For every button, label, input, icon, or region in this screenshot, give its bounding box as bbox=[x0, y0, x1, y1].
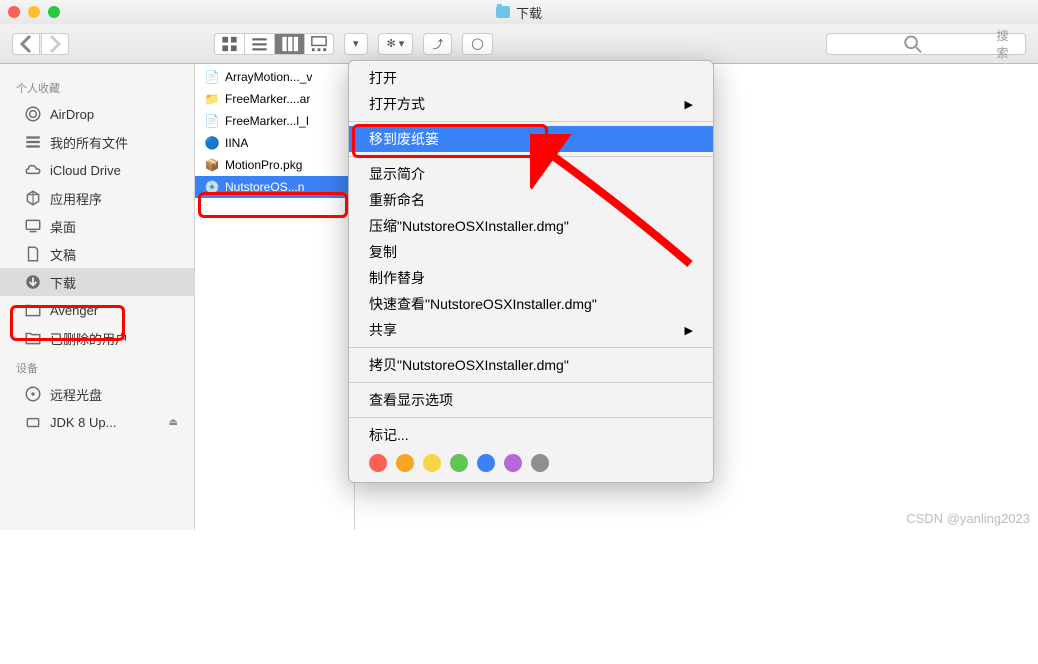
forward-button[interactable] bbox=[41, 33, 69, 55]
menu-get-info[interactable]: 显示简介 bbox=[349, 161, 713, 187]
watermark: CSDN @yanling2023 bbox=[906, 511, 1030, 526]
menu-tags-label: 标记... bbox=[349, 422, 713, 448]
app-icon: 🔵 bbox=[205, 136, 219, 150]
file-column: 📄ArrayMotion..._v 📁FreeMarker....ar 📄Fre… bbox=[195, 64, 355, 530]
desktop-icon bbox=[24, 217, 42, 235]
view-mode-buttons bbox=[214, 33, 334, 55]
file-item[interactable]: 📄ArrayMotion..._v bbox=[195, 66, 354, 88]
favorites-header: 个人收藏 bbox=[0, 76, 194, 100]
menu-share[interactable]: 共享▶ bbox=[349, 317, 713, 343]
close-button[interactable] bbox=[8, 6, 20, 18]
share-button[interactable]: ⤴ bbox=[423, 33, 452, 55]
sidebar-item-docs[interactable]: 文稿 bbox=[0, 240, 194, 268]
titlebar: 下载 bbox=[0, 0, 1038, 24]
window-title: 下载 bbox=[496, 3, 542, 22]
file-item[interactable]: 🔵IINA bbox=[195, 132, 354, 154]
eject-icon[interactable]: ⏏ bbox=[169, 417, 178, 428]
tags-button[interactable]: ◯ bbox=[462, 33, 492, 55]
docs-icon bbox=[24, 245, 42, 263]
search-icon bbox=[835, 34, 990, 54]
menu-compress[interactable]: 压缩"NutstoreOSXInstaller.dmg" bbox=[349, 213, 713, 239]
sidebar-item-apps[interactable]: 应用程序 bbox=[0, 184, 194, 212]
folder-icon: 📁 bbox=[205, 92, 219, 106]
menu-separator bbox=[349, 156, 713, 157]
window-title-text: 下载 bbox=[516, 3, 542, 22]
tag-red[interactable] bbox=[369, 454, 387, 472]
file-icon: 📄 bbox=[205, 114, 219, 128]
traffic-lights bbox=[8, 6, 60, 18]
search-input[interactable]: 搜索 bbox=[826, 33, 1026, 55]
remote-disc-icon bbox=[24, 385, 42, 403]
sidebar-item-deleted-users[interactable]: 已删除的用户 bbox=[0, 324, 194, 352]
menu-tags-row bbox=[349, 448, 713, 478]
tag-purple[interactable] bbox=[504, 454, 522, 472]
folder-icon bbox=[24, 301, 42, 319]
menu-move-to-trash[interactable]: 移到废纸篓 bbox=[349, 126, 713, 152]
downloads-icon bbox=[24, 273, 42, 291]
menu-open[interactable]: 打开 bbox=[349, 65, 713, 91]
devices-header: 设备 bbox=[0, 356, 194, 380]
sidebar-item-desktop[interactable]: 桌面 bbox=[0, 212, 194, 240]
tag-blue[interactable] bbox=[477, 454, 495, 472]
chevron-right-icon: ▶ bbox=[685, 98, 693, 111]
toolbar: ▾ ✻ ▾ ⤴ ◯ 搜索 bbox=[0, 24, 1038, 64]
menu-separator bbox=[349, 347, 713, 348]
menu-duplicate[interactable]: 复制 bbox=[349, 239, 713, 265]
action-button[interactable]: ✻ ▾ bbox=[378, 33, 414, 55]
search-placeholder: 搜索 bbox=[996, 27, 1017, 61]
menu-quick-look[interactable]: 快速查看"NutstoreOSXInstaller.dmg" bbox=[349, 291, 713, 317]
sidebar-item-remote-disc[interactable]: 远程光盘 bbox=[0, 380, 194, 408]
menu-separator bbox=[349, 121, 713, 122]
list-view-button[interactable] bbox=[244, 33, 274, 55]
external-disk-icon bbox=[24, 413, 42, 431]
tag-orange[interactable] bbox=[396, 454, 414, 472]
sidebar-item-icloud[interactable]: iCloud Drive bbox=[0, 156, 194, 184]
sidebar-item-downloads[interactable]: 下载 bbox=[0, 268, 194, 296]
column-view-button[interactable] bbox=[274, 33, 304, 55]
airdrop-icon bbox=[24, 105, 42, 123]
menu-make-alias[interactable]: 制作替身 bbox=[349, 265, 713, 291]
menu-separator bbox=[349, 382, 713, 383]
nav-buttons bbox=[12, 33, 69, 55]
tag-yellow[interactable] bbox=[423, 454, 441, 472]
zoom-button[interactable] bbox=[48, 6, 60, 18]
file-item[interactable]: 📁FreeMarker....ar bbox=[195, 88, 354, 110]
arrange-button[interactable]: ▾ bbox=[344, 33, 368, 55]
folder-icon bbox=[496, 6, 510, 18]
chevron-right-icon bbox=[42, 34, 68, 54]
tag-green[interactable] bbox=[450, 454, 468, 472]
apps-icon bbox=[24, 189, 42, 207]
tag-gray[interactable] bbox=[531, 454, 549, 472]
context-menu: 打开 打开方式▶ 移到废纸篓 显示简介 重新命名 压缩"NutstoreOSXI… bbox=[348, 60, 714, 483]
sidebar-item-avenger[interactable]: Avenger bbox=[0, 296, 194, 324]
menu-copy[interactable]: 拷贝"NutstoreOSXInstaller.dmg" bbox=[349, 352, 713, 378]
chevron-left-icon bbox=[13, 34, 39, 54]
folder-icon bbox=[24, 329, 42, 347]
file-item-selected[interactable]: 💿NutstoreOS...n bbox=[195, 176, 354, 198]
file-icon: 📄 bbox=[205, 70, 219, 84]
menu-open-with[interactable]: 打开方式▶ bbox=[349, 91, 713, 117]
minimize-button[interactable] bbox=[28, 6, 40, 18]
sidebar-item-airdrop[interactable]: AirDrop bbox=[0, 100, 194, 128]
gallery-view-button[interactable] bbox=[304, 33, 334, 55]
menu-show-view-options[interactable]: 查看显示选项 bbox=[349, 387, 713, 413]
icon-view-button[interactable] bbox=[214, 33, 244, 55]
menu-rename[interactable]: 重新命名 bbox=[349, 187, 713, 213]
menu-separator bbox=[349, 417, 713, 418]
pkg-icon: 📦 bbox=[205, 158, 219, 172]
sidebar: 个人收藏 AirDrop 我的所有文件 iCloud Drive 应用程序 桌面… bbox=[0, 64, 195, 530]
file-item[interactable]: 📄FreeMarker...l_I bbox=[195, 110, 354, 132]
icloud-icon bbox=[24, 161, 42, 179]
sidebar-item-jdk[interactable]: JDK 8 Up...⏏ bbox=[0, 408, 194, 436]
allfiles-icon bbox=[24, 133, 42, 151]
sidebar-item-allfiles[interactable]: 我的所有文件 bbox=[0, 128, 194, 156]
chevron-right-icon: ▶ bbox=[685, 324, 693, 337]
back-button[interactable] bbox=[12, 33, 40, 55]
dmg-icon: 💿 bbox=[205, 180, 219, 194]
file-item[interactable]: 📦MotionPro.pkg bbox=[195, 154, 354, 176]
